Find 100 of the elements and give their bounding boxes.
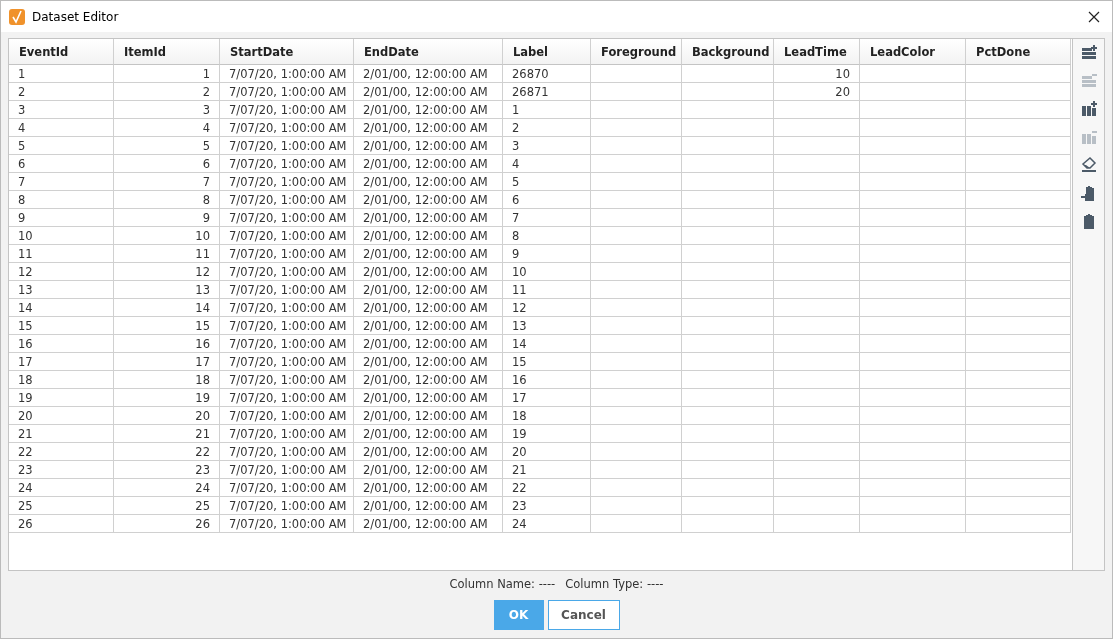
table-cell: 7/07/20, 1:00:00 AM — [220, 461, 354, 479]
column-header[interactable]: LeadTime — [774, 39, 860, 65]
column-header[interactable]: EndDate — [354, 39, 503, 65]
table-cell: 10 — [9, 227, 114, 245]
add-column-icon — [1080, 101, 1097, 117]
table-cell: 12 — [503, 299, 591, 317]
table-cell: 4 — [114, 119, 220, 137]
table-cell: 2/01/00, 12:00:00 AM — [354, 281, 503, 299]
table-cell: 2/01/00, 12:00:00 AM — [354, 137, 503, 155]
table-cell: 8 — [9, 191, 114, 209]
table-cell: 19 — [9, 389, 114, 407]
table-cell: 7/07/20, 1:00:00 AM — [220, 155, 354, 173]
table-cell: 22 — [9, 443, 114, 461]
column-header[interactable]: PctDone — [966, 39, 1071, 65]
table-cell: 7/07/20, 1:00:00 AM — [220, 263, 354, 281]
table-cell: 23 — [114, 461, 220, 479]
table-cell: 3 — [9, 101, 114, 119]
paste-into-icon — [1080, 185, 1097, 201]
table-cell: 7/07/20, 1:00:00 AM — [220, 335, 354, 353]
table-cell: 20 — [114, 407, 220, 425]
table-cell: 17 — [9, 353, 114, 371]
table-cell: 2/01/00, 12:00:00 AM — [354, 191, 503, 209]
column-type-label: Column Type: ---- — [565, 577, 664, 591]
table-cell: 2/01/00, 12:00:00 AM — [354, 263, 503, 281]
table-cell: 9 — [503, 245, 591, 263]
column-header[interactable]: LeadColor — [860, 39, 966, 65]
table-cell: 8 — [114, 191, 220, 209]
table-cell: 20 — [774, 83, 860, 101]
table-cell: 2/01/00, 12:00:00 AM — [354, 173, 503, 191]
table-cell: 7/07/20, 1:00:00 AM — [220, 353, 354, 371]
table-cell: 2/01/00, 12:00:00 AM — [354, 461, 503, 479]
table-cell: 7/07/20, 1:00:00 AM — [220, 227, 354, 245]
table-cell: 18 — [503, 407, 591, 425]
column-header[interactable]: ItemId — [114, 39, 220, 65]
table-cell: 22 — [503, 479, 591, 497]
table-cell: 4 — [9, 119, 114, 137]
table-cell: 2 — [503, 119, 591, 137]
table-cell: 14 — [114, 299, 220, 317]
table-cell: 7/07/20, 1:00:00 AM — [220, 479, 354, 497]
remove-row-icon — [1080, 73, 1097, 89]
column-header[interactable]: Background — [682, 39, 774, 65]
table-cell: 23 — [503, 497, 591, 515]
table-cell: 7/07/20, 1:00:00 AM — [220, 191, 354, 209]
table-cell: 4 — [503, 155, 591, 173]
table-cell: 2/01/00, 12:00:00 AM — [354, 101, 503, 119]
eraser-icon — [1080, 157, 1097, 173]
table-cell: 6 — [503, 191, 591, 209]
table-cell: 21 — [503, 461, 591, 479]
table-cell: 2/01/00, 12:00:00 AM — [354, 299, 503, 317]
table-cell: 21 — [9, 425, 114, 443]
column-header[interactable]: EventId — [9, 39, 114, 65]
table-cell: 7 — [9, 173, 114, 191]
table-cell: 5 — [9, 137, 114, 155]
table-cell: 7/07/20, 1:00:00 AM — [220, 425, 354, 443]
table-cell: 7/07/20, 1:00:00 AM — [220, 83, 354, 101]
window-title: Dataset Editor — [32, 9, 120, 24]
table-cell: 24 — [9, 479, 114, 497]
table-cell: 11 — [503, 281, 591, 299]
table-cell: 12 — [114, 263, 220, 281]
table-cell: 2/01/00, 12:00:00 AM — [354, 443, 503, 461]
table-cell: 2/01/00, 12:00:00 AM — [354, 65, 503, 83]
table-cell: 26 — [9, 515, 114, 533]
table-cell: 10 — [774, 65, 860, 83]
table-cell: 2/01/00, 12:00:00 AM — [354, 497, 503, 515]
table-cell: 9 — [9, 209, 114, 227]
table-cell: 14 — [503, 335, 591, 353]
table-cell: 7/07/20, 1:00:00 AM — [220, 65, 354, 83]
table-cell: 3 — [503, 137, 591, 155]
table-cell: 7/07/20, 1:00:00 AM — [220, 119, 354, 137]
table-cell: 16 — [503, 371, 591, 389]
table-cell: 17 — [503, 389, 591, 407]
cancel-button[interactable]: Cancel — [547, 600, 620, 630]
table-cell: 21 — [114, 425, 220, 443]
table-cell: 16 — [114, 335, 220, 353]
table-cell: 2/01/00, 12:00:00 AM — [354, 155, 503, 173]
table-cell: 2/01/00, 12:00:00 AM — [354, 317, 503, 335]
column-header[interactable]: Foreground — [591, 39, 682, 65]
table-cell: 9 — [114, 209, 220, 227]
column-header[interactable]: StartDate — [220, 39, 354, 65]
table-cell: 2/01/00, 12:00:00 AM — [354, 227, 503, 245]
table-cell: 5 — [114, 137, 220, 155]
table-cell: 6 — [114, 155, 220, 173]
table-cell: 7/07/20, 1:00:00 AM — [220, 407, 354, 425]
table-cell: 2 — [114, 83, 220, 101]
table-cell: 1 — [503, 101, 591, 119]
table-cell: 7/07/20, 1:00:00 AM — [220, 173, 354, 191]
table-cell: 7/07/20, 1:00:00 AM — [220, 281, 354, 299]
table-cell: 2/01/00, 12:00:00 AM — [354, 209, 503, 227]
table-cell: 2/01/00, 12:00:00 AM — [354, 515, 503, 533]
table-cell: 7/07/20, 1:00:00 AM — [220, 101, 354, 119]
table-cell: 1 — [114, 65, 220, 83]
table-cell: 6 — [9, 155, 114, 173]
column-header[interactable]: Label — [503, 39, 591, 65]
table-cell: 2/01/00, 12:00:00 AM — [354, 407, 503, 425]
table-cell: 25 — [9, 497, 114, 515]
table-cell: 2/01/00, 12:00:00 AM — [354, 371, 503, 389]
table-cell: 26870 — [503, 65, 591, 83]
table-cell: 2/01/00, 12:00:00 AM — [354, 83, 503, 101]
table-cell: 15 — [114, 317, 220, 335]
table-cell: 12 — [9, 263, 114, 281]
